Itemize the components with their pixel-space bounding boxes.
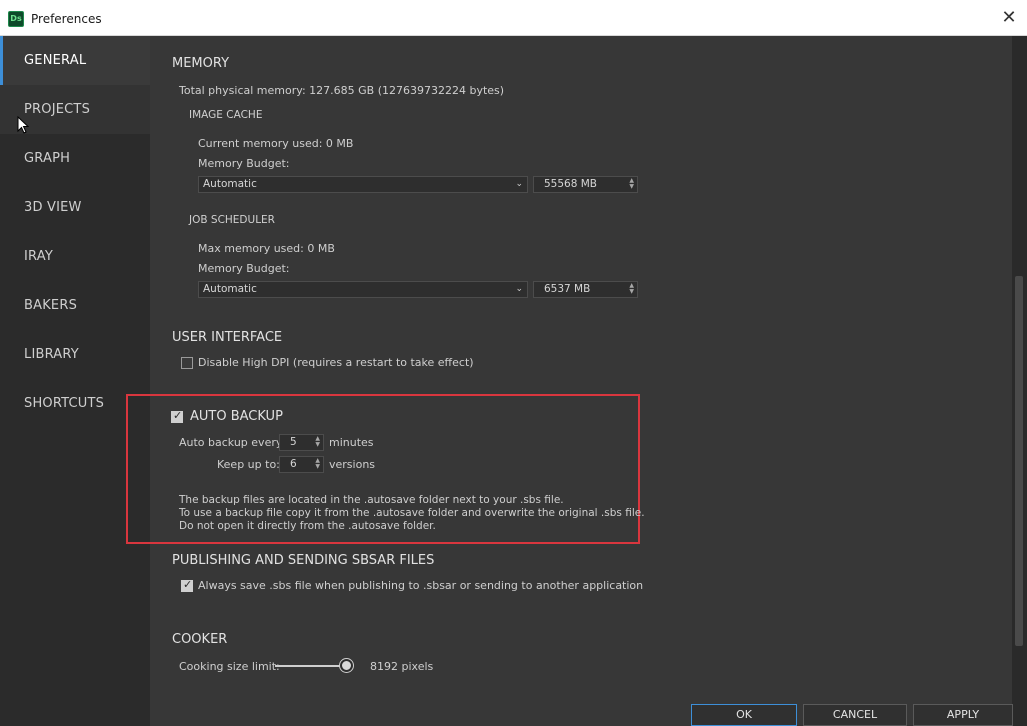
chevron-down-icon: ⌄ bbox=[515, 179, 523, 189]
auto-backup-heading: AUTO BACKUP bbox=[190, 409, 283, 424]
backup-info-line-1: The backup files are located in the .aut… bbox=[179, 494, 564, 506]
sidebar-item-3d-view[interactable]: 3D VIEW bbox=[0, 183, 150, 232]
job-scheduler-budget-select[interactable]: Automatic ⌄ bbox=[198, 281, 528, 298]
keep-up-to-spinbox[interactable]: 6 ▲ ▼ bbox=[279, 456, 324, 473]
cooking-size-slider-handle[interactable] bbox=[340, 659, 353, 672]
disable-high-dpi-checkbox[interactable] bbox=[181, 357, 193, 369]
image-cache-budget-amount: 55568 MB bbox=[544, 178, 598, 190]
publishing-heading: PUBLISHING AND SENDING SBSAR FILES bbox=[172, 553, 435, 568]
job-scheduler-budget-label: Memory Budget: bbox=[198, 262, 290, 275]
image-cache-budget-value: Automatic bbox=[203, 178, 257, 190]
scrollbar[interactable] bbox=[1012, 36, 1027, 726]
cooking-size-label: Cooking size limit: bbox=[179, 660, 280, 673]
always-save-checkbox[interactable] bbox=[181, 578, 193, 592]
keep-up-to-unit: versions bbox=[329, 458, 376, 471]
image-cache-heading: IMAGE CACHE bbox=[189, 109, 263, 121]
image-cache-budget-spinbox[interactable]: 55568 MB ▲ ▼ bbox=[533, 176, 638, 193]
sidebar-item-general[interactable]: GENERAL bbox=[0, 36, 150, 85]
auto-backup-every-label: Auto backup every: bbox=[179, 436, 286, 449]
user-interface-heading: USER INTERFACE bbox=[172, 330, 283, 345]
spin-arrows-icon[interactable]: ▲ ▼ bbox=[315, 458, 320, 470]
auto-backup-checkbox[interactable] bbox=[171, 409, 183, 423]
sidebar: GENERAL PROJECTS GRAPH 3D VIEW IRAY BAKE… bbox=[0, 36, 150, 726]
spin-arrows-icon[interactable]: ▲ ▼ bbox=[629, 283, 634, 295]
cancel-button[interactable]: CANCEL bbox=[803, 704, 907, 726]
backup-info-line-2: To use a backup file copy it from the .a… bbox=[179, 507, 645, 519]
total-memory-text: Total physical memory: 127.685 GB (12763… bbox=[179, 84, 505, 97]
keep-up-to-label: Keep up to: bbox=[217, 458, 280, 471]
title-bar: Ds Preferences ✕ bbox=[0, 0, 1027, 36]
mouse-cursor-icon bbox=[17, 116, 29, 134]
disable-high-dpi-label: Disable High DPI (requires a restart to … bbox=[198, 356, 474, 369]
scroll-thumb[interactable] bbox=[1015, 276, 1023, 646]
sidebar-item-graph[interactable]: GRAPH bbox=[0, 134, 150, 183]
image-cache-budget-label: Memory Budget: bbox=[198, 157, 290, 170]
sidebar-item-library[interactable]: LIBRARY bbox=[0, 330, 150, 379]
cooking-size-value: 8192 pixels bbox=[370, 660, 434, 673]
keep-up-to-value: 6 bbox=[290, 458, 297, 470]
close-icon: ✕ bbox=[1001, 7, 1017, 28]
cooker-heading: COOKER bbox=[172, 632, 228, 647]
job-scheduler-used-text: Max memory used: 0 MB bbox=[198, 242, 335, 255]
job-scheduler-budget-spinbox[interactable]: 6537 MB ▲ ▼ bbox=[533, 281, 638, 298]
spin-arrows-icon[interactable]: ▲ ▼ bbox=[629, 178, 634, 190]
sidebar-item-bakers[interactable]: BAKERS bbox=[0, 281, 150, 330]
auto-backup-every-value: 5 bbox=[290, 436, 297, 448]
close-button[interactable]: ✕ bbox=[997, 6, 1021, 30]
chevron-down-icon: ⌄ bbox=[515, 284, 523, 294]
spin-arrows-icon[interactable]: ▲ ▼ bbox=[315, 436, 320, 448]
auto-backup-every-spinbox[interactable]: 5 ▲ ▼ bbox=[279, 434, 324, 451]
window-title: Preferences bbox=[31, 12, 102, 26]
apply-button[interactable]: APPLY bbox=[913, 704, 1013, 726]
job-scheduler-budget-value: Automatic bbox=[203, 283, 257, 295]
job-scheduler-heading: JOB SCHEDULER bbox=[189, 214, 275, 226]
ok-button[interactable]: OK bbox=[691, 704, 797, 726]
image-cache-used-text: Current memory used: 0 MB bbox=[198, 137, 354, 150]
memory-heading: MEMORY bbox=[172, 56, 230, 71]
cooking-size-slider-track[interactable] bbox=[275, 665, 347, 667]
auto-backup-every-unit: minutes bbox=[329, 436, 374, 449]
always-save-label: Always save .sbs file when publishing to… bbox=[198, 579, 644, 592]
app-icon: Ds bbox=[8, 11, 24, 27]
image-cache-budget-select[interactable]: Automatic ⌄ bbox=[198, 176, 528, 193]
backup-info-line-3: Do not open it directly from the .autosa… bbox=[179, 520, 436, 532]
job-scheduler-budget-amount: 6537 MB bbox=[544, 283, 591, 295]
sidebar-item-iray[interactable]: IRAY bbox=[0, 232, 150, 281]
